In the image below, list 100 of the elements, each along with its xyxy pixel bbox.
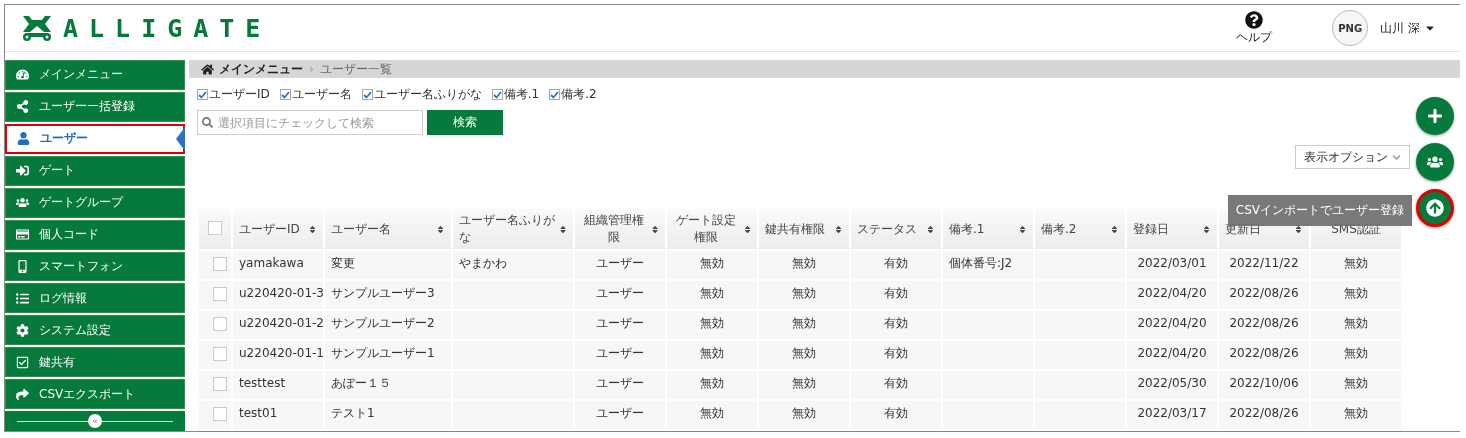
upload-icon (1426, 199, 1444, 217)
column-header[interactable]: 登録日 (1133, 220, 1169, 238)
sort-icon[interactable] (559, 224, 567, 234)
table-cell: 2022/04/20 (1137, 286, 1207, 300)
gauge-icon (16, 68, 29, 82)
user-icon (17, 132, 30, 146)
breadcrumb-separator: › (309, 62, 314, 76)
breadcrumb-current: ユーザー一覧 (319, 60, 392, 78)
floating-action-button[interactable] (1416, 189, 1454, 227)
card-icon (16, 228, 29, 242)
row-checkbox[interactable] (213, 347, 227, 361)
sort-icon[interactable] (650, 224, 659, 234)
checkbox-icon (16, 355, 29, 369)
column-header[interactable]: 備考.1 (949, 220, 985, 238)
table-cell: u220420-01-2 (239, 316, 324, 330)
sidebar-item[interactable]: ログ情報 (5, 283, 185, 314)
search-field[interactable]: 選択項目にチェックして検索 (197, 110, 423, 135)
table-cell: 2022/08/26 (1229, 346, 1299, 360)
sort-icon[interactable] (1110, 224, 1119, 234)
help-link[interactable]: ヘルプ (1236, 10, 1273, 46)
row-checkbox[interactable] (213, 377, 227, 391)
sort-icon[interactable] (1018, 224, 1027, 234)
sidebar-item[interactable]: システム設定 (5, 315, 185, 346)
avatar: PNG (1332, 10, 1369, 46)
table-cell: 有効 (884, 316, 908, 330)
filter-checkbox[interactable]: 備考.2 (549, 86, 597, 103)
sort-icon[interactable] (743, 224, 751, 234)
sidebar-item[interactable]: ゲートグループ (5, 187, 185, 218)
filter-checkbox[interactable]: 備考.1 (491, 86, 540, 103)
row-checkbox[interactable] (213, 257, 227, 271)
table-cell: test01 (239, 406, 278, 420)
filter-checkbox[interactable]: ユーザー名 (279, 86, 352, 103)
sort-icon[interactable] (308, 224, 317, 234)
sidebar-item[interactable]: 個人コード (5, 219, 185, 250)
floating-action-button[interactable] (1416, 143, 1454, 181)
table-cell: 無効 (700, 286, 724, 300)
users-icon (16, 196, 29, 210)
breadcrumb-home[interactable]: メインメニュー (201, 60, 303, 78)
column-header[interactable]: 備考.2 (1041, 220, 1077, 238)
checkbox[interactable] (197, 89, 208, 100)
sidebar-item[interactable]: ゲート (5, 155, 185, 186)
filter-checkbox[interactable]: ユーザーID (197, 86, 270, 103)
table-cell: 無効 (792, 376, 816, 390)
logo-text: ALLIGATE (63, 13, 272, 43)
table-cell: 無効 (1344, 316, 1368, 330)
table-cell: yamakawa (239, 256, 304, 270)
table-cell: 2022/08/26 (1229, 406, 1299, 420)
table-cell: 無効 (700, 406, 724, 420)
filter-checkbox[interactable]: ユーザー名ふりがな (361, 86, 482, 103)
table-cell: サンプルユーザー2 (331, 316, 435, 330)
search-button[interactable]: 検索 (427, 110, 503, 135)
checkbox[interactable] (549, 89, 561, 100)
sidebar-item[interactable]: メインメニュー (5, 60, 185, 90)
table-cell: ユーザー (596, 256, 644, 270)
sort-icon[interactable] (834, 224, 843, 234)
phone-icon (16, 260, 29, 273)
table-cell: 無効 (700, 256, 724, 270)
sidebar-item[interactable]: ユーザー一括登録 (5, 91, 185, 122)
table-cell: 2022/05/30 (1137, 376, 1207, 390)
table-cell: 無効 (700, 346, 724, 360)
sidebar-item[interactable]: ユーザー (5, 123, 185, 154)
row-checkbox[interactable] (213, 317, 227, 331)
table-cell: 2022/04/20 (1137, 346, 1207, 360)
list-icon (16, 291, 29, 305)
sidebar-item[interactable]: 鍵共有 (5, 347, 185, 378)
sort-icon[interactable] (926, 224, 935, 234)
home-icon (201, 62, 214, 76)
table-cell: 無効 (792, 346, 816, 360)
table-cell: 無効 (792, 316, 816, 330)
sidebar-item[interactable]: CSVエクスポート (5, 379, 185, 410)
table-cell: testtest (239, 376, 286, 390)
checkbox[interactable] (361, 89, 373, 100)
user-menu[interactable]: 山川 深 (1380, 19, 1436, 37)
sort-icon[interactable] (436, 224, 445, 234)
table-cell: u220420-01-1 (239, 346, 324, 360)
plus-icon (1427, 108, 1443, 124)
floating-action-button[interactable] (1416, 97, 1454, 135)
sort-icon[interactable] (1294, 224, 1303, 234)
table-cell: 有効 (884, 376, 908, 390)
display-options-button[interactable]: 表示オプション (1295, 145, 1410, 169)
select-all-checkbox[interactable] (208, 220, 222, 235)
checkbox[interactable] (279, 89, 291, 100)
table-cell: サンプルユーザー1 (331, 346, 435, 360)
collapse-button[interactable]: « (88, 414, 102, 429)
checkbox[interactable] (491, 89, 503, 100)
row-checkbox[interactable] (213, 407, 227, 421)
table-cell: 有効 (884, 256, 908, 270)
table-cell: 2022/11/22 (1229, 256, 1299, 270)
row-checkbox[interactable] (213, 287, 227, 301)
table-cell: 変更 (331, 256, 355, 270)
table-cell: 2022/08/26 (1229, 286, 1299, 300)
tooltip: CSVインポートでユーザー登録 (1227, 195, 1412, 226)
sort-icon[interactable] (1202, 224, 1211, 234)
table-cell: 有効 (884, 286, 908, 300)
sidebar-item[interactable]: スマートフォン (5, 251, 185, 282)
table-cell: 2022/03/01 (1137, 256, 1207, 270)
share-icon (16, 100, 29, 114)
table-cell: 無効 (792, 286, 816, 300)
table-cell: ユーザー (596, 316, 644, 330)
table-cell: 有効 (884, 406, 908, 420)
